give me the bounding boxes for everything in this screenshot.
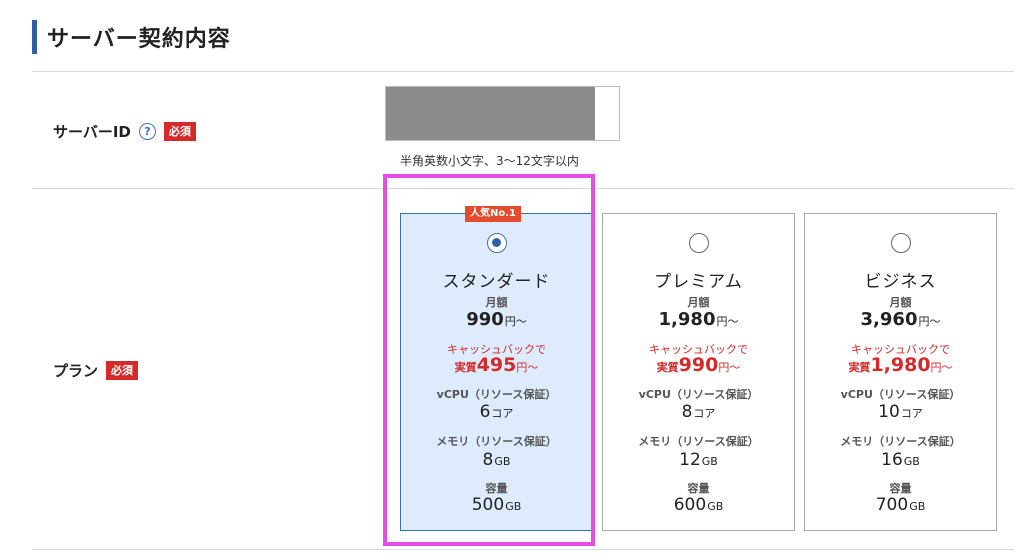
monthly-label: 月額: [485, 296, 508, 309]
server-id-label-group: サーバーID ? 必須: [53, 121, 196, 142]
plan-radio-premium[interactable]: [689, 233, 709, 253]
memory-value: 8GB: [482, 450, 511, 470]
monthly-price: 1,980円〜: [658, 309, 739, 330]
storage-value: 600GB: [673, 495, 724, 515]
storage-label: 容量: [687, 482, 710, 495]
redacted-value-mask: [386, 87, 595, 140]
vcpu-label: vCPU（リソース保証）: [840, 388, 961, 401]
plan-label: プラン: [53, 362, 99, 380]
monthly-label: 月額: [889, 296, 912, 309]
cashback-price: 実質1,980円〜: [848, 354, 953, 376]
storage-value: 700GB: [875, 495, 926, 515]
storage-value: 500GB: [471, 495, 522, 515]
help-icon[interactable]: ?: [138, 123, 156, 140]
vcpu-value: 6コア: [479, 402, 514, 422]
vcpu-label: vCPU（リソース保証）: [436, 388, 557, 401]
server-id-input[interactable]: [385, 86, 620, 141]
required-badge: 必須: [106, 361, 139, 380]
section-title: サーバー契約内容: [47, 27, 231, 52]
plan-label-group: プラン 必須: [53, 360, 139, 381]
monthly-price: 990円〜: [466, 309, 527, 330]
plan-name: スタンダード: [442, 272, 551, 292]
memory-label: メモリ（リソース保証）: [638, 435, 759, 448]
plan-card-premium[interactable]: プレミアム 月額 1,980円〜 キャッシュバックで 実質990円〜 vCPU（リソース保…: [602, 213, 795, 531]
plan-card-business[interactable]: ビジネス 月額 3,960円〜 キャッシュバックで 実質1,980円〜 vCPU（リソース…: [804, 213, 997, 531]
section-accent-bar: [32, 20, 37, 54]
cashback-price: 実質990円〜: [656, 354, 741, 376]
vcpu-value: 10コア: [878, 402, 923, 422]
vcpu-value: 8コア: [681, 402, 716, 422]
monthly-price: 3,960円〜: [860, 309, 941, 330]
storage-label: 容量: [485, 482, 508, 495]
plan-name: プレミアム: [654, 272, 743, 292]
plan-radio-standard[interactable]: [487, 233, 507, 253]
vcpu-label: vCPU（リソース保証）: [638, 388, 759, 401]
memory-label: メモリ（リソース保証）: [840, 435, 961, 448]
storage-label: 容量: [889, 482, 912, 495]
cashback-price: 実質495円〜: [454, 354, 539, 376]
popular-badge: 人気No.1: [465, 206, 521, 222]
plan-card-standard[interactable]: 人気No.1 スタンダード 月額 990円〜 キャッシュバックで 実質495円〜 vCPU（…: [400, 206, 593, 531]
required-badge: 必須: [163, 122, 196, 141]
monthly-label: 月額: [687, 296, 710, 309]
plan-name: ビジネス: [864, 272, 937, 292]
divider: [32, 71, 1014, 72]
section-header: サーバー契約内容: [32, 20, 231, 54]
memory-label: メモリ（リソース保証）: [436, 435, 557, 448]
memory-value: 16GB: [881, 450, 920, 470]
plan-radio-business[interactable]: [891, 233, 911, 253]
divider: [32, 188, 1014, 189]
server-id-hint: 半角英数小文字、3〜12文字以内: [400, 154, 579, 168]
server-id-label: サーバーID: [53, 123, 131, 141]
memory-value: 12GB: [679, 450, 718, 470]
divider: [32, 549, 1014, 550]
